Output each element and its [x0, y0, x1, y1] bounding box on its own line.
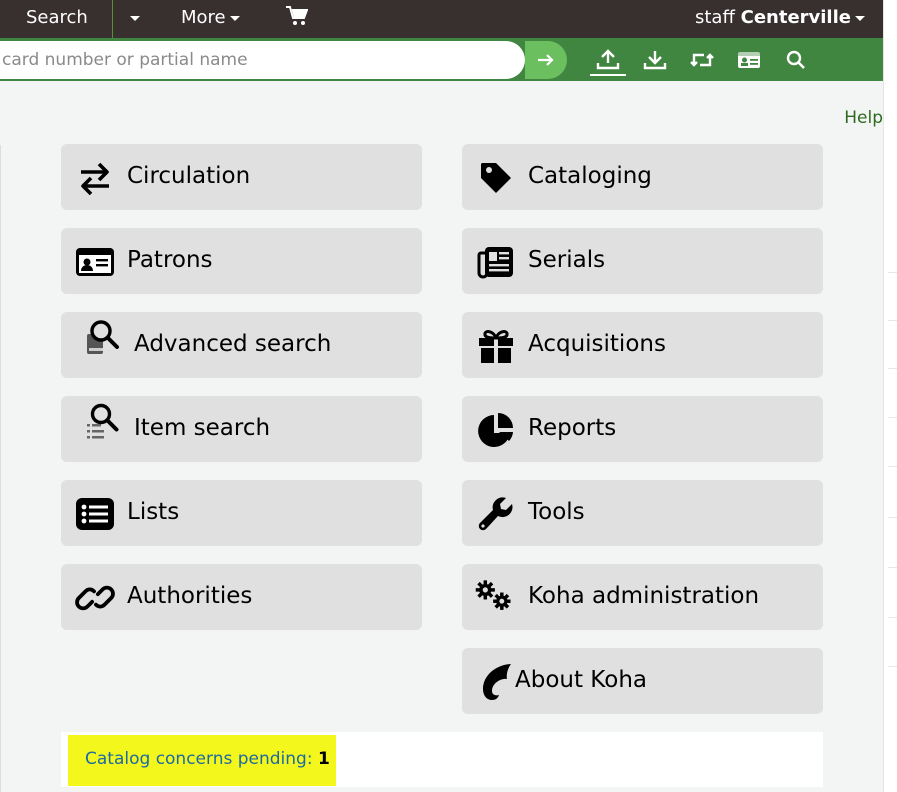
user-name: staff — [695, 7, 735, 28]
catalog-search-tab-button[interactable] — [778, 46, 814, 74]
chevron-down-icon — [854, 15, 865, 21]
tile-label: Advanced search — [134, 331, 332, 357]
search-icon — [786, 50, 805, 69]
id-card-icon — [75, 242, 115, 282]
patron-search-input[interactable] — [0, 41, 525, 79]
tile-label: Circulation — [127, 163, 251, 189]
catalog-concerns-count: 1 — [317, 749, 330, 769]
chevron-down-icon — [130, 15, 140, 21]
retweet-icon — [690, 53, 714, 67]
catalog-concerns-label: Catalog concerns pending: — [85, 749, 313, 769]
tile-reports[interactable]: Reports — [462, 396, 823, 462]
cart-icon[interactable] — [286, 6, 309, 30]
tag-icon — [476, 158, 516, 198]
patron-search-tab-button[interactable] — [731, 46, 767, 74]
strip-tick — [888, 466, 897, 467]
strip-tick — [888, 272, 897, 273]
nav-divider — [112, 0, 113, 38]
gears-icon — [474, 576, 514, 616]
checkout-tab-button[interactable] — [590, 46, 626, 76]
newspaper-icon — [476, 242, 516, 282]
search-bar-row — [0, 38, 883, 81]
tile-label: Reports — [528, 415, 617, 441]
upload-icon — [596, 49, 620, 70]
right-scroll-strip — [883, 0, 897, 792]
tile-lists[interactable]: Lists — [61, 480, 422, 546]
renew-tab-button[interactable] — [684, 46, 720, 74]
id-card-icon — [738, 52, 760, 68]
tile-label: Patrons — [127, 247, 213, 273]
nav-more-label: More — [181, 7, 226, 28]
strip-tick — [888, 517, 897, 518]
nav-search-link[interactable]: Search — [26, 0, 88, 38]
help-link[interactable]: Help — [844, 108, 883, 128]
exchange-arrows-icon — [75, 158, 115, 198]
tile-serials[interactable]: Serials — [462, 228, 823, 294]
tile-item-search[interactable]: Item search — [61, 396, 422, 462]
tile-label: Koha administration — [528, 583, 760, 609]
link-icon — [75, 578, 115, 618]
user-menu[interactable]: staff Centerville — [695, 0, 865, 38]
tile-cataloging[interactable]: Cataloging — [462, 144, 823, 210]
tile-authorities[interactable]: Authorities — [61, 564, 422, 630]
tile-label: Acquisitions — [528, 331, 666, 357]
tile-acquisitions[interactable]: Acquisitions — [462, 312, 823, 378]
strip-tick — [888, 320, 897, 321]
checkin-tab-button[interactable] — [637, 46, 673, 74]
strip-tick — [888, 368, 897, 369]
wrench-icon — [476, 494, 516, 534]
gift-icon — [476, 326, 516, 366]
strip-tick — [888, 567, 897, 568]
catalog-concerns-link[interactable]: Catalog concerns pending: 1 — [68, 735, 336, 786]
book-search-icon — [83, 318, 123, 358]
koha-logo-icon — [478, 662, 518, 702]
tile-circulation[interactable]: Circulation — [61, 144, 422, 210]
branch-name: Centerville — [740, 7, 851, 28]
top-navbar: Search More staff Centerville — [0, 0, 883, 38]
tile-patrons[interactable]: Patrons — [61, 228, 422, 294]
strip-tick — [888, 666, 897, 667]
tile-advanced-search[interactable]: Advanced search — [61, 312, 422, 378]
tile-label: About Koha — [515, 667, 647, 693]
nav-search-dropdown[interactable] — [126, 0, 140, 38]
strip-tick — [888, 417, 897, 418]
tile-label: Cataloging — [528, 163, 652, 189]
chevron-down-icon — [229, 15, 240, 21]
tile-tools[interactable]: Tools — [462, 480, 823, 546]
tile-koha-administration[interactable]: Koha administration — [462, 564, 823, 630]
tile-label: Serials — [528, 247, 606, 273]
pie-chart-icon — [476, 410, 516, 450]
list-icon — [75, 494, 115, 534]
catalog-concerns-panel: Catalog concerns pending: 1 — [61, 732, 823, 787]
tile-label: Authorities — [127, 583, 253, 609]
sidebar-border — [0, 145, 1, 792]
search-submit-button[interactable] — [525, 41, 567, 79]
tile-about-koha[interactable]: About Koha — [462, 648, 823, 714]
strip-tick — [888, 617, 897, 618]
tile-label: Item search — [134, 415, 271, 441]
download-icon — [643, 51, 667, 70]
arrow-right-icon — [538, 54, 554, 66]
list-search-icon — [83, 402, 123, 442]
tile-label: Lists — [127, 499, 180, 525]
nav-more-menu[interactable]: More — [181, 0, 240, 38]
tile-label: Tools — [528, 499, 585, 525]
